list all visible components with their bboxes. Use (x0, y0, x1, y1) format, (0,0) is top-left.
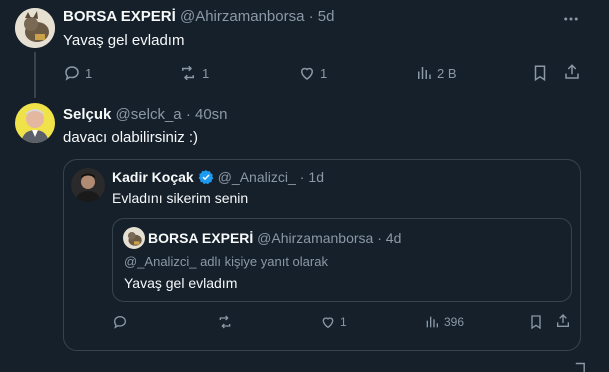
avatar-kadir-kocak[interactable] (71, 168, 105, 202)
views-count: 2 B (437, 65, 457, 81)
inner-quote-header: BORSA EXPERİ @Ahirzamanborsa · 4d (148, 230, 402, 246)
views-icon (424, 314, 440, 330)
author-handle[interactable]: @Ahirzamanborsa (257, 230, 373, 246)
share-button[interactable] (563, 63, 581, 81)
reply-button[interactable] (112, 314, 128, 330)
share-icon (555, 313, 571, 329)
quote-text: Evladını sikerim senin (112, 190, 249, 206)
reply-to-label[interactable]: @_Analizci_ adlı kişiye yanıt olarak (124, 254, 328, 269)
tweet-text: Yavaş gel evladım (63, 32, 185, 49)
views-icon (415, 64, 433, 82)
author-handle[interactable]: @_Analizci_ (218, 169, 296, 185)
verified-badge-icon (198, 169, 214, 185)
author-name[interactable]: BORSA EXPERİ (148, 230, 253, 246)
bookmark-button[interactable] (529, 314, 543, 330)
avatar-borsa-experi-small[interactable] (123, 227, 145, 249)
reply-count: 1 (85, 65, 93, 81)
like-count: 1 (340, 315, 347, 329)
bookmark-icon[interactable] (573, 362, 587, 372)
views-count: 396 (444, 315, 465, 329)
bookmark-icon (532, 64, 548, 82)
heart-icon (320, 314, 336, 330)
tweet-time[interactable]: 40sn (195, 106, 228, 123)
heart-icon (298, 64, 316, 82)
author-name[interactable]: Selçuk (63, 106, 111, 123)
tweet-time[interactable]: 4d (386, 230, 402, 246)
inner-quote-text: Yavaş gel evladım (124, 275, 238, 291)
tweet-time[interactable]: 5d (318, 8, 335, 25)
avatar-borsa-experi[interactable] (15, 8, 55, 48)
tweet-header: BORSA EXPERİ @Ahirzamanborsa · 5d (63, 8, 335, 25)
tweet-time[interactable]: 1d (308, 169, 324, 185)
tweet-text: davacı olabilirsiniz :) (63, 129, 199, 146)
retweet-count: 1 (202, 65, 210, 81)
author-handle[interactable]: @Ahirzamanborsa (180, 8, 304, 25)
retweet-button[interactable]: 1 (178, 64, 209, 82)
retweet-icon (178, 64, 198, 82)
bookmark-button[interactable] (532, 64, 548, 82)
share-button[interactable] (555, 313, 571, 329)
quote-header: Kadir Koçak @_Analizci_ · 1d (112, 169, 324, 185)
author-handle[interactable]: @selck_a (116, 106, 182, 123)
more-icon[interactable] (562, 10, 580, 28)
reply-icon (112, 314, 128, 330)
like-button[interactable]: 1 (298, 64, 327, 82)
views-button[interactable]: 2 B (415, 64, 457, 82)
retweet-icon (216, 314, 234, 330)
avatar-selcuk[interactable] (15, 103, 55, 143)
retweet-button[interactable] (216, 314, 234, 330)
reply-button[interactable]: 1 (63, 64, 92, 82)
thread-line (34, 52, 36, 98)
reply-icon (63, 64, 81, 82)
author-name[interactable]: Kadir Koçak (112, 169, 194, 185)
share-icon (563, 63, 581, 81)
like-count: 1 (320, 65, 328, 81)
bookmark-icon (529, 314, 543, 330)
tweet-header: Selçuk @selck_a · 40sn (63, 106, 228, 123)
author-name[interactable]: BORSA EXPERİ (63, 8, 176, 25)
like-button[interactable]: 1 (320, 314, 347, 330)
views-button[interactable]: 396 (424, 314, 464, 330)
